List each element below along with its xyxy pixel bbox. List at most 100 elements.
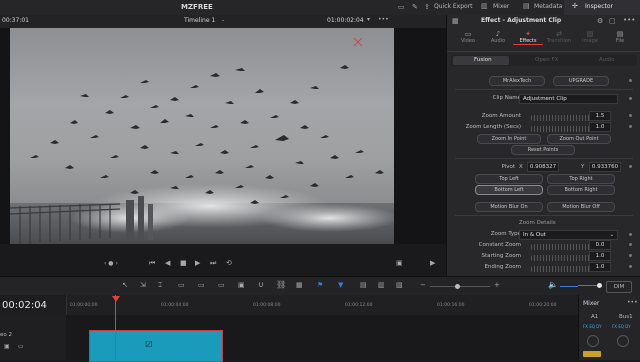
volume-track[interactable] — [578, 285, 598, 286]
keyframe-dot[interactable] — [629, 97, 632, 100]
top-left-button[interactable]: Top Left — [475, 174, 543, 184]
playhead[interactable] — [115, 295, 116, 360]
bottom-left-button[interactable]: Bottom Left — [475, 185, 543, 195]
keyframe-dot[interactable] — [629, 114, 632, 117]
snapping-icon[interactable]: ∪ — [258, 281, 264, 289]
zoom-amount-field[interactable]: 1.5 — [589, 111, 611, 121]
track-lock-icon[interactable]: ▣ — [4, 344, 10, 350]
flag-icon[interactable]: ⚑ — [317, 282, 323, 289]
tab-video[interactable]: ▭ Video — [453, 31, 483, 45]
inspector-icon[interactable]: ✢ — [572, 3, 578, 10]
stop-icon[interactable]: ■ — [180, 260, 187, 267]
zoom-full-icon[interactable]: ▤ — [360, 282, 367, 289]
zoom-length-field[interactable]: 1.0 — [589, 122, 611, 132]
play-icon[interactable]: ▶ — [195, 260, 200, 267]
zoom-amount-slider[interactable] — [531, 115, 591, 121]
viewer-options-icon[interactable]: ▾ — [367, 17, 370, 23]
dim-button[interactable]: DIM — [606, 281, 632, 293]
constant-zoom-field[interactable]: 0.0 — [589, 240, 611, 250]
render-icon[interactable]: ▭ — [398, 4, 405, 11]
zoom-in-point-button[interactable]: Zoom In Point — [477, 134, 541, 144]
marker-icon[interactable]: ▼ — [338, 282, 343, 289]
loop-icon[interactable]: ⟲ — [226, 260, 232, 267]
metadata-icon[interactable]: ▤ — [523, 3, 530, 10]
tab-file[interactable]: ▤ File — [605, 31, 635, 45]
tab-effects[interactable]: ✦ Effects — [513, 31, 543, 45]
mralextech-button[interactable]: MrAlexTech — [489, 76, 545, 86]
starting-zoom-field[interactable]: 1.0 — [589, 251, 611, 261]
mixer-icon[interactable]: ▥ — [481, 3, 488, 10]
zoom-length-slider[interactable] — [531, 126, 591, 132]
go-to-start-icon[interactable]: ⏮ — [149, 260, 155, 267]
settings-icon[interactable]: ⚙ — [597, 18, 603, 25]
pivot-x-field[interactable]: 0.908327 — [527, 162, 559, 172]
zoom-in-icon[interactable]: + — [494, 282, 500, 289]
timeline-zoom-slider[interactable] — [430, 286, 490, 287]
keyframe-dot[interactable] — [629, 125, 632, 128]
speaker-icon[interactable]: 🔈 — [548, 281, 558, 289]
clip-name-field[interactable]: Adjustment Clip — [519, 94, 618, 104]
timeline-name[interactable]: Timeline 1 — [184, 18, 215, 24]
tab-audio[interactable]: ♪ Audio — [483, 31, 513, 45]
zoom-detail-icon[interactable]: ▥ — [378, 282, 385, 289]
fullscreen-icon[interactable]: ▣ — [396, 260, 403, 267]
insert-icon[interactable]: ▭ — [178, 282, 185, 289]
inspector-fullscreen-icon[interactable]: ▢ — [609, 18, 616, 25]
timeline-zoom-handle[interactable] — [455, 284, 460, 289]
ending-zoom-field[interactable]: 1.0 — [589, 262, 611, 272]
overwrite-icon[interactable]: ▭ — [198, 282, 205, 289]
quick-export-button[interactable]: Quick Export — [434, 4, 473, 10]
play-reverse-icon[interactable]: ◀ — [165, 260, 170, 267]
link-icon[interactable]: ⛓ — [276, 281, 286, 289]
a1-pan-knob[interactable] — [587, 335, 599, 347]
motion-blur-on-button[interactable]: Motion Blur On — [475, 202, 543, 212]
zoom-out-icon[interactable]: − — [420, 282, 426, 289]
keyframe-dot[interactable] — [629, 243, 632, 246]
volume-handle[interactable] — [597, 283, 602, 288]
track-visibility-icon[interactable]: ▭ — [18, 344, 24, 350]
playhead-handle[interactable] — [112, 296, 120, 302]
upgrade-button[interactable]: UPGRADE — [553, 76, 609, 86]
keyframe-dot[interactable] — [629, 233, 632, 236]
keyframe-dot[interactable] — [629, 79, 632, 82]
a1-record-arm[interactable] — [583, 351, 601, 357]
top-right-button[interactable]: Top Right — [547, 174, 615, 184]
chevron-down-icon[interactable]: ⌄ — [221, 18, 225, 23]
bottom-right-button[interactable]: Bottom Right — [547, 185, 615, 195]
zoom-type-select[interactable]: In & Out ⌄ — [519, 230, 618, 240]
reset-points-button[interactable]: Reset Points — [511, 145, 575, 155]
zoom-custom-icon[interactable]: ▧ — [396, 282, 403, 289]
bus1-pan-knob[interactable] — [617, 335, 629, 347]
selection-icon[interactable]: ↖ — [122, 282, 128, 289]
blade-icon[interactable]: ⌶ — [158, 282, 162, 289]
fit-to-fill-icon[interactable]: ▣ — [238, 282, 245, 289]
inspector-more-icon[interactable]: ••• — [623, 17, 635, 24]
keyframe-dot[interactable] — [629, 165, 632, 168]
viewer-more-icon[interactable]: ••• — [378, 17, 389, 23]
jog-left-icon[interactable]: ‹ ● › — [104, 261, 118, 267]
pivot-y-field[interactable]: 0.933760 — [589, 162, 621, 172]
keyframe-dot[interactable] — [629, 265, 632, 268]
metadata-button[interactable]: Metadata — [534, 4, 562, 10]
timeline-ruler[interactable]: 01:00:00:00 01:00:04:00 01:00:08:00 01:0… — [66, 295, 579, 315]
zoom-out-point-button[interactable]: Zoom Out Point — [547, 134, 611, 144]
inspector-button[interactable]: Inspector — [585, 4, 613, 10]
replace-icon[interactable]: ▭ — [218, 282, 225, 289]
volume-slider[interactable] — [560, 286, 578, 287]
a1-fx-eq-dy[interactable]: FX EQ DY — [583, 325, 602, 329]
motion-blur-off-button[interactable]: Motion Blur Off — [547, 202, 615, 212]
export-icon[interactable]: ⇪ — [424, 4, 430, 11]
go-to-end-icon[interactable]: ⏭ — [210, 260, 216, 267]
keyframe-dot[interactable] — [629, 254, 632, 257]
mixer-more-icon[interactable]: ••• — [627, 300, 638, 306]
video-viewer[interactable] — [10, 28, 394, 244]
trim-icon[interactable]: ⇲ — [140, 282, 146, 289]
starting-zoom-slider[interactable] — [531, 255, 591, 261]
mixer-button[interactable]: Mixer — [493, 4, 509, 10]
bus1-fx-eq-dy[interactable]: FX EQ DY — [612, 325, 631, 329]
position-lock-icon[interactable]: ▦ — [296, 282, 303, 289]
next-frame-icon[interactable]: ▶ — [430, 260, 435, 267]
constant-zoom-slider[interactable] — [531, 244, 591, 250]
ending-zoom-slider[interactable] — [531, 266, 591, 272]
adjustment-clip[interactable]: ⧄ — [89, 330, 223, 362]
